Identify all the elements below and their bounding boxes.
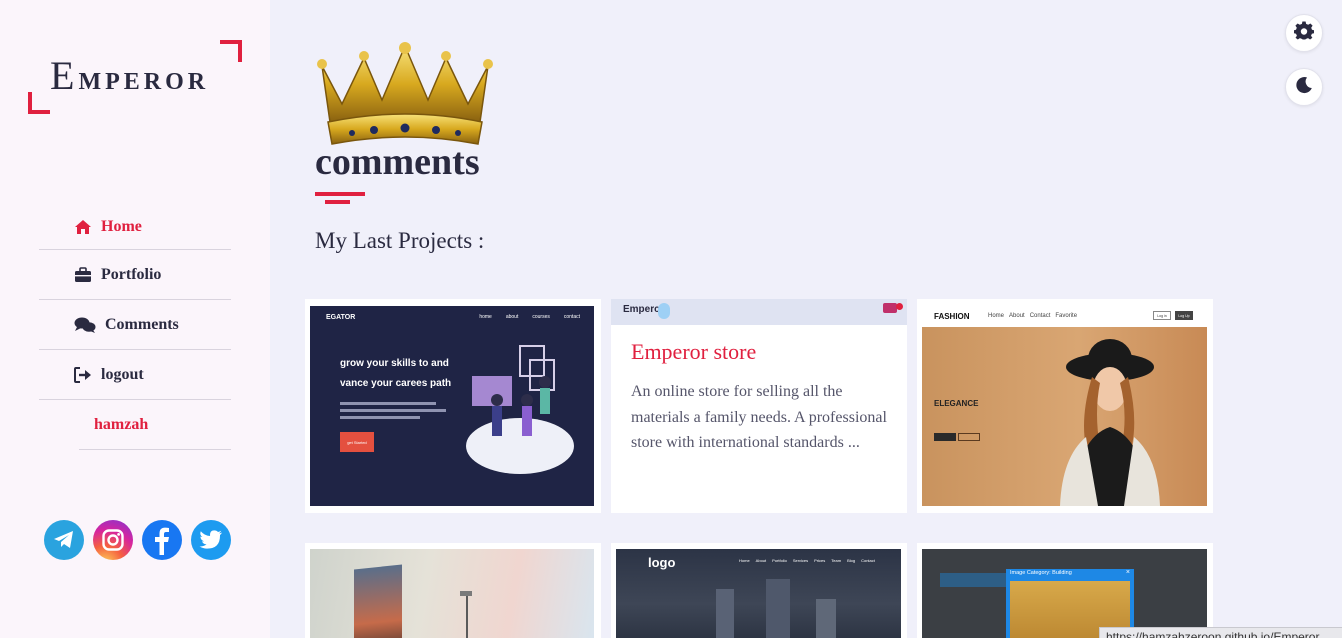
project-screenshot: EGATOR home about courses contact grow y… (310, 306, 594, 506)
project-card[interactable] (305, 543, 601, 638)
main-nav: Home Portfolio Comments logout hamzah (39, 200, 231, 450)
project-screenshot: logo Home About Portfolio Services Price… (616, 549, 901, 638)
project-screenshot: FASHION Home About Contact Favorite Log … (922, 306, 1207, 506)
nav-item-logout[interactable]: logout (39, 350, 231, 400)
project-card[interactable]: FASHION Home About Contact Favorite Log … (917, 299, 1213, 513)
shot-nav-item: About (1009, 313, 1025, 319)
shot-nav-item: courses (532, 314, 550, 320)
moon-icon (1295, 76, 1313, 99)
shot-text-line (340, 409, 446, 412)
nav-label-portfolio: Portfolio (101, 265, 162, 283)
shot-brand: logo (648, 555, 676, 570)
project-card[interactable]: logo Home About Portfolio Services Price… (611, 543, 907, 638)
section-subtitle: My Last Projects : (315, 228, 485, 253)
shot-nav: home about courses contact (479, 314, 580, 320)
telegram-icon[interactable] (44, 520, 84, 560)
shot-text-line (340, 416, 420, 419)
shot-model-figure (1060, 339, 1160, 506)
dark-mode-toggle[interactable] (1285, 68, 1323, 106)
facebook-icon[interactable] (142, 520, 182, 560)
project-screenshot: Image Category: Building × (922, 549, 1207, 638)
shot-wall-painting (354, 564, 402, 638)
shot-nav-item: Team (831, 558, 842, 563)
sign-out-icon (73, 365, 93, 385)
settings-button[interactable] (1285, 14, 1323, 52)
shot-nav-item: About (755, 558, 767, 563)
project-title[interactable]: Emperor store (631, 339, 756, 365)
nav-item-comments[interactable]: Comments (39, 300, 231, 350)
close-icon: × (1125, 569, 1130, 576)
project-thumb-bar: Emperc (611, 299, 907, 325)
logo-initial: E (50, 53, 79, 98)
project-screenshot (310, 549, 594, 638)
shot-building (816, 599, 836, 638)
nav-item-portfolio[interactable]: Portfolio (39, 250, 231, 300)
status-bar-url: https://hamzahzeroon.github.io/Emperor..… (1099, 627, 1342, 638)
thumb-brand: Emperc (623, 304, 660, 315)
home-icon (73, 217, 93, 237)
title-underline (315, 192, 365, 196)
cart-badge (896, 303, 903, 310)
logo-corner-bottom-left (28, 92, 50, 114)
shot-cta-button: get Started (340, 432, 374, 452)
nav-label-home: Home (101, 217, 142, 235)
nav-username[interactable]: hamzah (79, 400, 231, 450)
project-card[interactable]: EGATOR home about courses contact grow y… (305, 299, 601, 513)
shot-brand: FASHION (934, 312, 970, 321)
shot-building (716, 589, 734, 638)
shot-nav-item: Contact (861, 558, 875, 563)
shot-lamp-head (460, 591, 472, 596)
page-title: comments (315, 141, 480, 183)
shot-nav: Home About Contact Favorite (988, 313, 1077, 319)
shot-nav: Home About Portfolio Services Prices Tea… (739, 558, 875, 563)
shot-headline-2: vance your carees path (340, 378, 452, 389)
shot-nav-item: contact (563, 314, 580, 320)
shot-headline-1: grow your skills to and (340, 358, 449, 369)
logo-text: EMPEROR (50, 52, 209, 99)
shot-illustration (466, 345, 574, 474)
shot-nav-item: Favorite (1055, 313, 1078, 319)
shot-button-dark (934, 433, 956, 441)
cart-icon (883, 303, 897, 313)
shot-nav-item: Home (739, 558, 750, 563)
nav-label-comments: Comments (105, 315, 179, 333)
crown-image (312, 42, 498, 148)
instagram-icon[interactable] (93, 520, 133, 560)
twitter-icon[interactable] (191, 520, 231, 560)
shot-brand: EGATOR (326, 314, 356, 321)
shot-building (766, 579, 790, 638)
project-description: An online store for selling all the mate… (631, 383, 887, 451)
project-card[interactable]: Emperc Emperor store An online store for… (611, 299, 907, 513)
logo-rest: MPEROR (78, 69, 210, 95)
shot-signup-button: Log Up (1175, 311, 1193, 320)
shot-nav-item: home (479, 314, 492, 320)
shot-dialog-title: Image Category: Building (1010, 570, 1072, 576)
nav-label-logout: logout (101, 365, 144, 383)
gear-icon (1294, 20, 1314, 46)
comments-icon (73, 315, 97, 335)
shot-nav-item: Services (792, 558, 809, 563)
shot-nav-item: about (505, 314, 519, 320)
shot-nav-item: Portfolio (772, 558, 787, 563)
briefcase-icon (73, 265, 93, 285)
sidebar: EMPEROR Home Portfolio Comments logout h… (0, 0, 270, 638)
nav-item-home[interactable]: Home (39, 200, 231, 250)
project-card[interactable]: Image Category: Building × (917, 543, 1213, 638)
logo[interactable]: EMPEROR (28, 40, 242, 114)
shot-text-line (340, 402, 436, 405)
thumb-logo-icon (658, 303, 670, 319)
shot-nav-item: Blog (847, 558, 856, 563)
shot-login-button: Log in (1153, 311, 1171, 320)
shot-nav-item: Contact (1029, 313, 1051, 319)
shot-tagline: ELEGANCE (934, 399, 979, 408)
social-links (44, 520, 231, 560)
logo-corner-top-right (220, 40, 242, 62)
shot-lamp-stand (466, 595, 468, 638)
shot-nav-item: Prices (814, 558, 826, 563)
shot-button-outline (958, 433, 980, 441)
title-underline-short (325, 200, 350, 204)
shot-hero: ELEGANCE (922, 327, 1207, 506)
shot-nav-item: Home (988, 313, 1005, 319)
